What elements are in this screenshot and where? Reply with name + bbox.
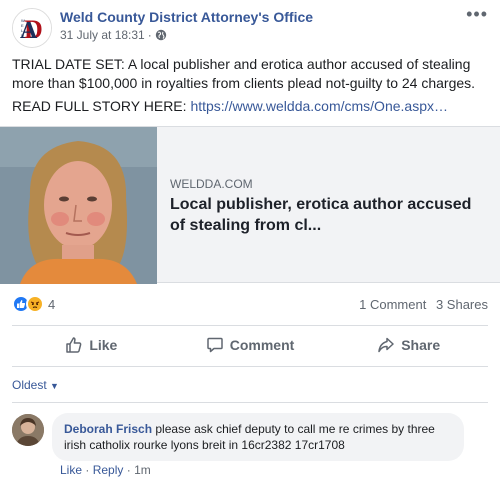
svg-text:D: D [21, 33, 24, 38]
comment-bubble: Deborah Frisch please ask chief deputy t… [52, 413, 464, 461]
caret-down-icon: ▼ [50, 381, 59, 391]
divider [12, 402, 488, 403]
post-date[interactable]: 31 July at 18:31 [60, 28, 145, 42]
angry-icon[interactable] [26, 295, 44, 313]
comment-time[interactable]: 1m [134, 463, 151, 477]
like-button[interactable]: Like [12, 328, 171, 362]
divider [12, 325, 488, 326]
ellipsis-icon[interactable]: ••• [466, 4, 488, 25]
divider [12, 366, 488, 367]
post-actions: Like Comment Share [12, 328, 488, 362]
page-name-link[interactable]: Weld County District Attorney's Office [60, 9, 313, 25]
comment-like-link[interactable]: Like [60, 463, 82, 477]
avatar[interactable] [12, 414, 44, 446]
like-label: Like [89, 337, 118, 353]
mugshot-image [0, 127, 157, 284]
post-text-link-line: READ FULL STORY HERE: https://www.weldda… [12, 97, 492, 116]
post-text-line: TRIAL DATE SET: A local publisher and er… [12, 56, 476, 91]
comment-button[interactable]: Comment [171, 328, 330, 362]
post-meta: 31 July at 18:31 · [60, 28, 167, 42]
comment-icon [206, 337, 223, 353]
share-label: Share [401, 337, 441, 353]
comment-sort-dropdown[interactable]: Oldest ▼ [12, 378, 59, 392]
story-link[interactable]: https://www.weldda.com/cms/One.aspx… [190, 98, 448, 114]
share-count-link[interactable]: 3 Shares [436, 297, 488, 312]
share-arrow-icon [378, 337, 394, 353]
globe-icon [155, 29, 166, 41]
thumbs-up-icon [66, 337, 82, 353]
comment-label: Comment [229, 337, 295, 353]
comment-count-link[interactable]: 1 Comment [359, 297, 426, 312]
link-title[interactable]: Local publisher, erotica author accused … [170, 194, 490, 236]
reaction-count[interactable]: 4 [48, 297, 55, 312]
sort-label: Oldest [12, 378, 47, 392]
link-domain: WELDDA.COM [170, 177, 253, 191]
page-logo-avatar[interactable]: D A W E L D [12, 8, 52, 48]
comment-actions: Like · Reply · 1m [60, 463, 151, 477]
engagement-counts: 1 Comment 3 Shares [359, 297, 488, 312]
reactions-bar: 4 1 Comment 3 Shares [12, 294, 488, 314]
link-preview-card[interactable]: WELDDA.COM Local publisher, erotica auth… [0, 126, 500, 284]
comment-reply-link[interactable]: Reply [93, 463, 124, 477]
share-button[interactable]: Share [329, 328, 488, 362]
post-body: TRIAL DATE SET: A local publisher and er… [12, 55, 492, 120]
post-text-prefix: READ FULL STORY HERE: [12, 98, 191, 114]
post-header: D A W E L D Weld County District Attorne… [12, 4, 488, 48]
comment-author[interactable]: Deborah Frisch [64, 422, 152, 436]
